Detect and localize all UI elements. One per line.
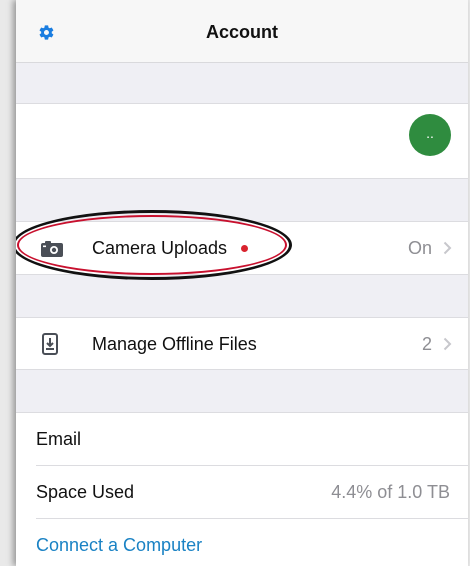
page-title: Account (206, 22, 278, 42)
avatar[interactable]: .. (409, 114, 451, 156)
manage-offline-files-label: Manage Offline Files (92, 334, 257, 354)
manage-offline-files-row[interactable]: Manage Offline Files 2 (16, 317, 468, 370)
offline-files-count: 2 (421, 334, 432, 354)
space-used-value: 4.4% of 1.0 TB (331, 482, 450, 502)
camera-uploads-text: Camera Uploads (92, 238, 228, 258)
connect-computer-row[interactable]: Connect a Computer (16, 519, 468, 566)
chevron-right-icon (443, 241, 452, 255)
navigation-bar: Account (16, 0, 468, 63)
camera-uploads-row[interactable]: Camera Uploads On (16, 221, 468, 275)
camera-icon (41, 241, 63, 257)
space-used-row[interactable]: Space Used 4.4% of 1.0 TB (16, 466, 468, 519)
camera-uploads-label: Camera Uploads (92, 238, 249, 259)
email-label: Email (36, 429, 82, 449)
connect-computer-link[interactable]: Connect a Computer (36, 535, 202, 556)
camera-uploads-status: On (407, 238, 432, 258)
account-screen: Account .. Camera Uploads On Manage Offl… (16, 0, 468, 566)
profile-cell[interactable]: .. (16, 103, 468, 179)
offline-file-icon (42, 333, 58, 355)
notification-dot (241, 244, 249, 252)
space-used-label: Space Used (36, 482, 135, 502)
chevron-right-icon (443, 337, 452, 351)
email-row[interactable]: Email (16, 413, 468, 466)
